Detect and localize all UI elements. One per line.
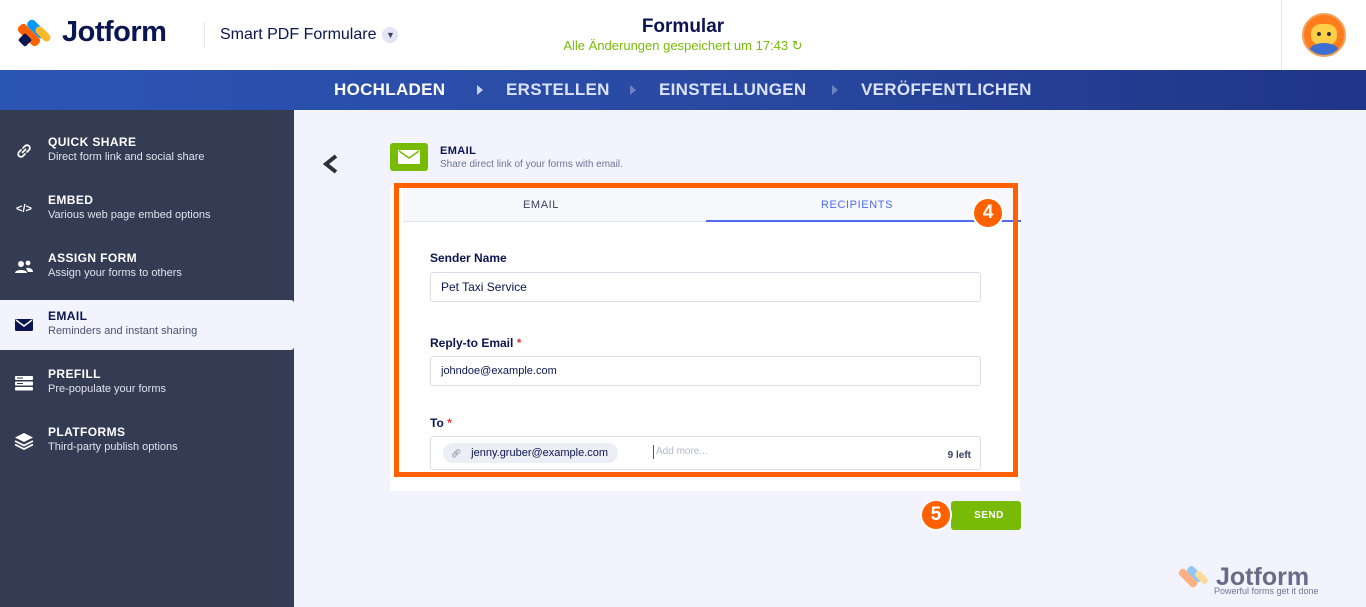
tab-email[interactable]: EMAIL [523,199,559,211]
link-icon [14,141,34,161]
sidebar-item-title: ASSIGN FORM [48,251,138,265]
step-arrow-icon [832,85,838,95]
step-badge-5: 5 [920,499,952,531]
send-button[interactable]: SEND [951,501,1021,530]
section-title: EMAIL [440,145,477,157]
step-publish[interactable]: VERÖFFENTLICHEN [861,80,1032,100]
sender-name-label: Sender Name [430,251,507,265]
link-icon: 🔗︎ [451,448,462,458]
avatar[interactable] [1302,13,1346,57]
step-navigation: HOCHLADEN ERSTELLEN EINSTELLUNGEN VERÖFF… [0,70,1366,110]
sidebar-item-platforms[interactable]: PLATFORMS Third-party publish options [0,416,294,466]
step-upload[interactable]: HOCHLADEN [334,80,445,100]
sender-name-label-text: Sender Name [430,251,507,265]
sidebar-item-subtitle: Direct form link and social share [48,151,205,163]
sidebar-item-subtitle: Assign your forms to others [48,267,182,279]
top-header: Jotform Smart PDF Formulare ▼ Formular A… [0,0,1366,70]
header-separator [1281,0,1282,70]
back-arrow-icon[interactable] [320,153,342,175]
step-arrow-icon [477,85,483,95]
watermark-tagline: Powerful forms get it done [1214,586,1319,596]
prefill-icon [14,373,34,393]
reply-to-input[interactable] [430,356,981,386]
sidebar-item-prefill[interactable]: PREFILL Pre-populate your forms [0,358,294,408]
envelope-icon [14,315,34,335]
required-mark: * [516,336,522,350]
step-badge-4: 4 [972,197,1004,229]
step-arrow-icon [630,85,636,95]
sender-name-input[interactable] [430,272,981,302]
sidebar-item-subtitle: Reminders and instant sharing [48,325,198,337]
users-icon [14,257,34,277]
recipients-left-count: 9 left [947,450,971,461]
reply-to-label-text: Reply-to Email [430,336,514,350]
email-section-icon [390,143,428,171]
header-divider [204,22,205,48]
form-title[interactable]: Formular [583,16,783,38]
sidebar-item-email[interactable]: EMAIL Reminders and instant sharing [0,300,294,350]
logo-text: Jotform [62,16,167,48]
layers-icon [14,431,34,451]
sidebar-item-title: EMAIL [48,309,88,323]
recipient-chip-email: jenny.gruber@example.com [471,447,609,459]
sidebar-item-quick-share[interactable]: QUICK SHARE Direct form link and social … [0,126,294,176]
add-more-input[interactable]: Add more... [653,445,708,459]
step-create[interactable]: ERSTELLEN [506,80,610,100]
step-settings[interactable]: EINSTELLUNGEN [659,80,806,100]
sidebar-item-title: QUICK SHARE [48,135,137,149]
jotform-watermark-icon [1177,564,1210,590]
reply-to-label: Reply-to Email * [430,336,521,350]
required-mark: * [447,416,452,430]
save-status: Alle Änderungen gespeichert um 17:43 ↻ [563,38,803,53]
sidebar-item-title: PLATFORMS [48,425,126,439]
jotform-logo-icon [16,17,53,49]
publish-sidebar: QUICK SHARE Direct form link and social … [0,110,294,607]
tab-recipients[interactable]: RECIPIENTS [821,199,893,211]
code-icon: </> [16,203,32,215]
to-recipients-field[interactable]: 🔗︎ jenny.gruber@example.com Add more... … [430,436,981,470]
email-tabs: EMAIL RECIPIENTS [403,188,1021,222]
to-label-text: To [430,416,444,430]
chevron-down-icon: ▼ [382,27,399,43]
to-label: To * [430,416,452,430]
sidebar-item-title: PREFILL [48,367,101,381]
product-name: Smart PDF Formulare [220,26,377,43]
sidebar-item-subtitle: Pre-populate your forms [48,383,166,395]
sidebar-item-embed[interactable]: </> EMBED Various web page embed options [0,184,294,234]
sidebar-item-assign-form[interactable]: ASSIGN FORM Assign your forms to others [0,242,294,292]
product-switcher[interactable]: Smart PDF Formulare ▼ [220,26,399,44]
recipient-chip[interactable]: 🔗︎ jenny.gruber@example.com [443,443,619,463]
avatar-body [1309,43,1339,55]
section-subtitle: Share direct link of your forms with ema… [440,159,623,170]
jotform-logo[interactable]: Jotform [16,16,167,49]
sidebar-item-subtitle: Various web page embed options [48,209,211,221]
sidebar-item-subtitle: Third-party publish options [48,441,178,453]
sidebar-item-title: EMBED [48,193,94,207]
